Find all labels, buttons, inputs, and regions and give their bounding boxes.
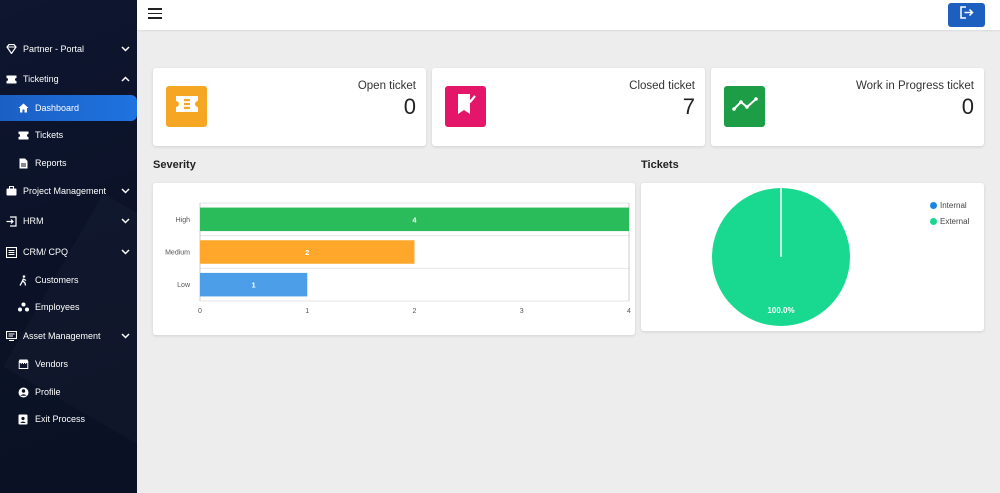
chevron-down-icon xyxy=(119,46,131,52)
card-value: 0 xyxy=(403,94,416,119)
sidebar-item-dashboard[interactable]: Dashboard xyxy=(0,95,137,121)
ticket-icon xyxy=(17,129,29,141)
card-value: 7 xyxy=(682,94,695,119)
sidebar-item-reports[interactable]: Reports xyxy=(0,150,137,176)
chevron-down-icon xyxy=(119,188,131,194)
x-tick-label: 2 xyxy=(413,308,417,315)
sidebar-item-label: Tickets xyxy=(35,130,64,140)
sidebar-item-ticketing[interactable]: Ticketing xyxy=(0,66,137,92)
tickets-title: Tickets xyxy=(641,159,679,171)
login-icon xyxy=(5,215,17,227)
x-tick-label: 3 xyxy=(520,308,524,315)
sidebar-item-vendors[interactable]: Vendors xyxy=(0,351,137,377)
sidebar: Partner - Portal Ticketing Dashboard Tic… xyxy=(0,0,137,493)
chevron-down-icon xyxy=(119,249,131,255)
menu-icon[interactable] xyxy=(148,8,162,20)
sidebar-item-crm-cpq[interactable]: CRM/ CPQ xyxy=(0,239,137,265)
sidebar-item-label: Partner - Portal xyxy=(23,44,85,54)
sidebar-item-label: Vendors xyxy=(35,359,69,369)
work-in-progress-card: Work in Progress ticket 0 xyxy=(711,68,984,146)
open-ticket-tile xyxy=(166,86,207,127)
account-circle-icon xyxy=(17,386,29,398)
sidebar-item-tickets[interactable]: Tickets xyxy=(0,122,137,148)
sidebar-item-label: HRM xyxy=(23,216,44,226)
closed-ticket-tile xyxy=(445,86,486,127)
open-ticket-card: Open ticket 0 xyxy=(153,68,426,146)
sidebar-item-label: Exit Process xyxy=(35,414,86,424)
legend-dot xyxy=(930,202,937,209)
sidebar-item-exit-process[interactable]: Exit Process xyxy=(0,406,137,432)
pie-data-label: 100.0% xyxy=(767,306,794,315)
x-tick-label: 4 xyxy=(627,308,631,315)
sidebar-item-label: Reports xyxy=(35,158,67,168)
severity-bar-chart: 4High2Medium1Low0 1 2 3 4 xyxy=(165,202,631,315)
logout-button[interactable] xyxy=(948,3,985,27)
sidebar-item-project-management[interactable]: Project Management xyxy=(0,178,137,204)
card-title: Open ticket xyxy=(357,80,416,92)
briefcase-icon xyxy=(5,185,17,197)
card-title: Closed ticket xyxy=(629,80,695,92)
chevron-down-icon xyxy=(119,218,131,224)
y-tick-label: Low xyxy=(177,282,191,289)
chevron-down-icon xyxy=(119,333,131,339)
legend-item-external[interactable]: External xyxy=(930,217,969,226)
sidebar-item-label: Employees xyxy=(35,302,80,312)
y-tick-label: Medium xyxy=(165,250,190,257)
list-icon xyxy=(5,246,17,258)
person-walk-icon xyxy=(17,274,29,286)
sidebar-item-customers[interactable]: Customers xyxy=(0,267,137,293)
sidebar-item-asset-management[interactable]: Asset Management xyxy=(0,323,137,349)
badge-icon xyxy=(17,413,29,425)
trending-icon xyxy=(731,97,758,116)
monitor-icon xyxy=(5,330,17,342)
x-tick-label: 1 xyxy=(305,308,309,315)
card-title: Work in Progress ticket xyxy=(855,80,974,92)
sidebar-item-label: CRM/ CPQ xyxy=(23,247,68,257)
legend-dot xyxy=(930,218,937,225)
sidebar-item-label: Dashboard xyxy=(35,103,80,113)
legend-label: External xyxy=(940,217,970,226)
card-value: 0 xyxy=(961,94,974,119)
tickets-chart-card: 100.0% Internal External xyxy=(641,183,984,331)
sidebar-item-label: Asset Management xyxy=(23,331,101,341)
sidebar-item-hrm[interactable]: HRM xyxy=(0,208,137,234)
top-bar xyxy=(137,0,1000,30)
sidebar-item-label: Profile xyxy=(35,387,61,397)
x-tick-label: 0 xyxy=(198,308,202,315)
sidebar-item-partner-portal[interactable]: Partner - Portal xyxy=(0,36,137,62)
home-icon xyxy=(17,102,29,114)
sidebar-item-profile[interactable]: Profile xyxy=(0,379,137,405)
legend-label: Internal xyxy=(940,201,967,210)
sidebar-item-label: Customers xyxy=(35,275,79,285)
severity-chart-card: 4 High 2 Medium 1 Low 0 1 2 3 4 xyxy=(153,183,635,335)
sidebar-item-employees[interactable]: Employees xyxy=(0,294,137,320)
sidebar-item-label: Project Management xyxy=(23,186,107,196)
work-in-progress-tile xyxy=(724,86,765,127)
chevron-up-icon xyxy=(119,76,131,82)
ticket-icon xyxy=(5,73,17,85)
legend-item-internal[interactable]: Internal xyxy=(930,201,967,210)
group-icon xyxy=(17,301,29,313)
logout-icon xyxy=(959,6,974,24)
bar-value-label: 2 xyxy=(305,248,309,257)
severity-title: Severity xyxy=(153,159,196,171)
diamond-icon xyxy=(5,43,17,55)
bookmark-check-icon xyxy=(456,93,476,120)
report-icon xyxy=(17,157,29,169)
closed-ticket-card: Closed ticket 7 xyxy=(432,68,705,146)
y-tick-label: High xyxy=(176,217,191,224)
bar-value-label: 1 xyxy=(252,281,256,290)
store-icon xyxy=(17,358,29,370)
ticket-icon xyxy=(175,95,199,118)
sidebar-item-label: Ticketing xyxy=(23,74,59,84)
